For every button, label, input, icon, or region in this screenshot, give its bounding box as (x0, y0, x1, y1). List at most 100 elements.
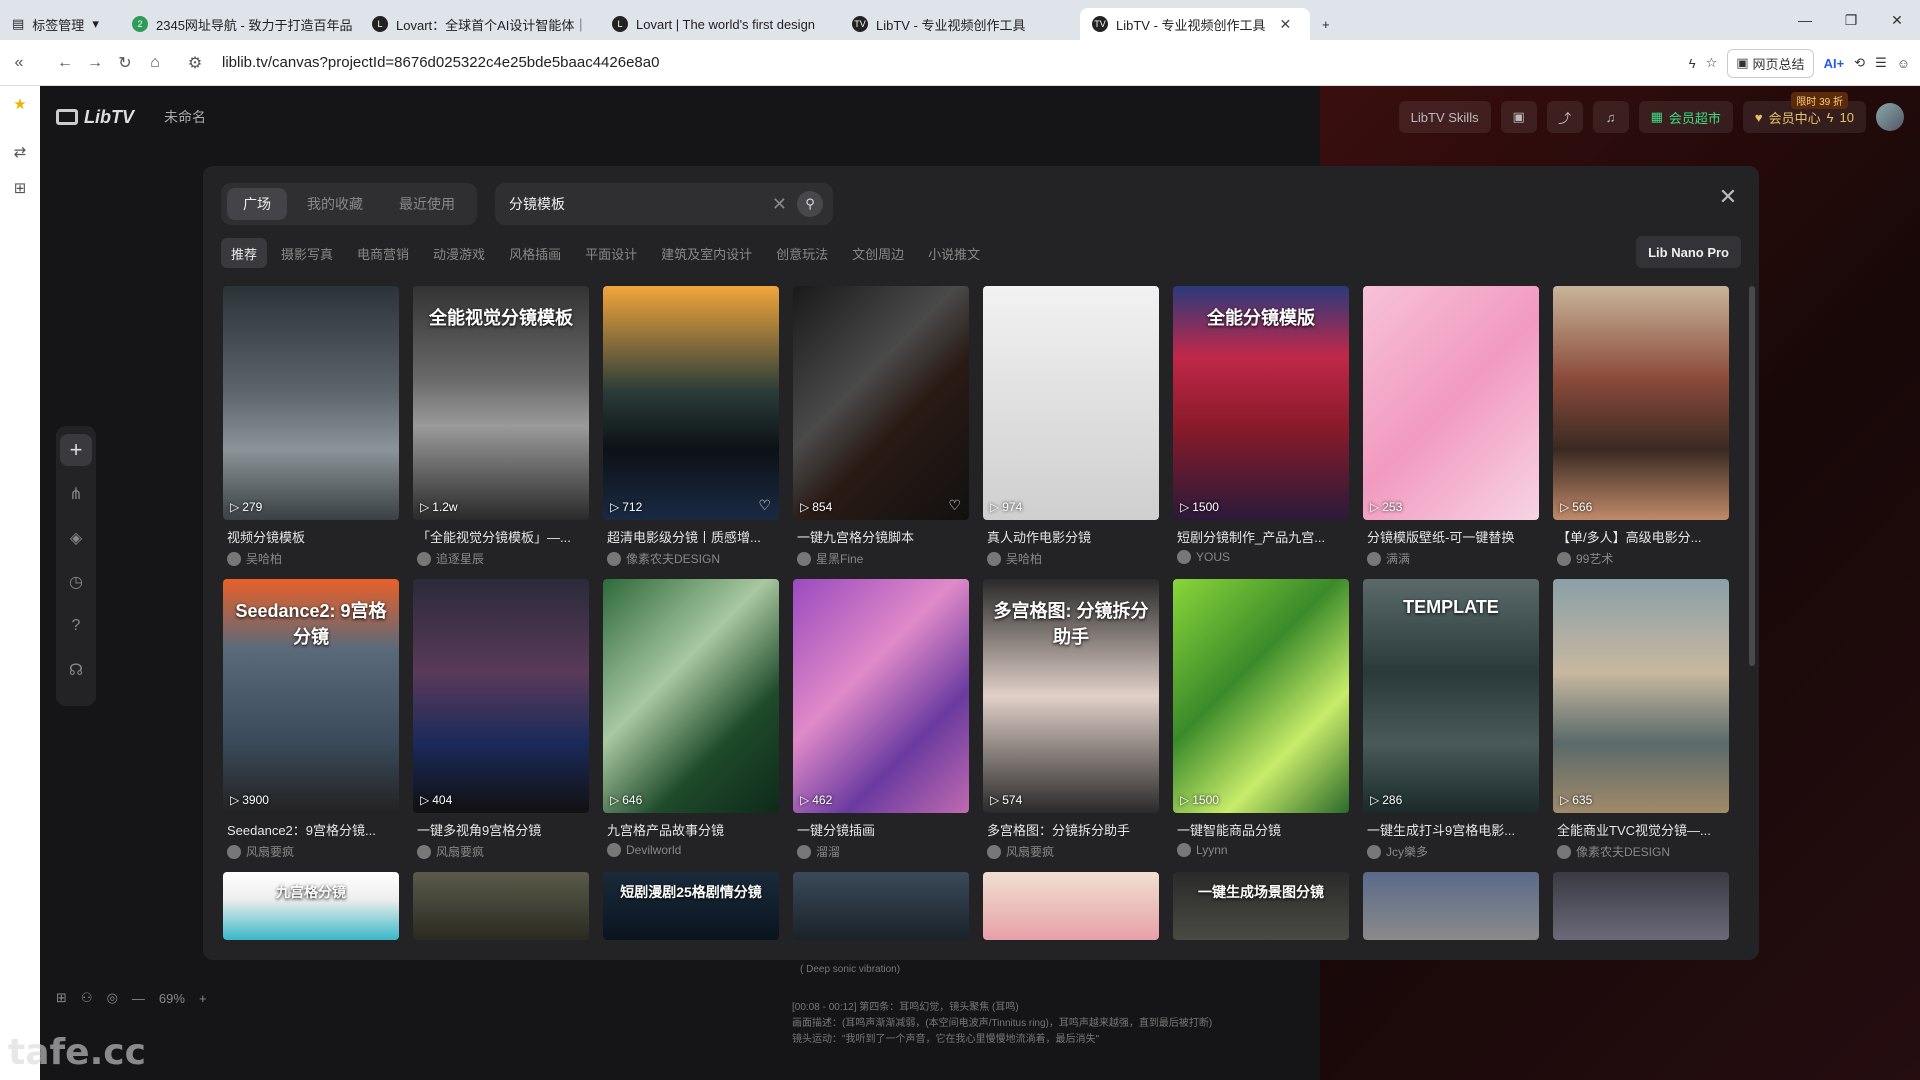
template-title[interactable]: 全能商业TVC视觉分镜—... (1553, 820, 1729, 839)
template-title[interactable]: 分镜模版壁纸-可一键替换 (1363, 527, 1539, 546)
zoom-level[interactable]: 69% (159, 991, 185, 1006)
new-tab-button[interactable]: + (1310, 8, 1350, 40)
template-author[interactable]: 满满 (1363, 550, 1539, 567)
template-thumbnail[interactable] (793, 872, 969, 940)
libtv-logo[interactable]: LibTV (56, 107, 134, 128)
add-node-button[interactable]: + (60, 434, 92, 466)
save-icon[interactable]: ▣ (1500, 101, 1537, 133)
ai-plus-button[interactable]: AI+ (1824, 56, 1845, 71)
template-author[interactable]: 溜溜 (793, 843, 969, 860)
template-title[interactable]: 短剧分镜制作_产品九宫... (1173, 527, 1349, 546)
tab-favorites[interactable]: 我的收藏 (291, 188, 379, 220)
template-thumbnail[interactable]: ▷ 635 (1553, 579, 1729, 813)
template-card[interactable]: Seedance2: 9宫格分镜 ▷ 3900 Seedance2：9宫格分镜... 风… (223, 579, 399, 860)
avatar[interactable] (1876, 103, 1904, 131)
template-thumbnail[interactable]: ▷ 712 ♡ (603, 286, 779, 520)
reload-button[interactable]: ↻ (110, 48, 140, 78)
template-thumbnail[interactable] (413, 872, 589, 940)
bell-icon[interactable]: ♫ (1592, 101, 1629, 133)
template-card[interactable]: 全能分镜模版 ▷ 1500 短剧分镜制作_产品九宫... YOUS (1173, 286, 1349, 567)
close-tab-icon[interactable]: ✕ (1280, 16, 1292, 33)
template-author[interactable]: 星黑Fine (793, 550, 969, 567)
template-card[interactable] (1553, 872, 1729, 940)
template-card[interactable]: ▷ 1500 一键智能商品分镜 Lyynn (1173, 579, 1349, 860)
template-thumbnail[interactable] (983, 872, 1159, 940)
person-icon[interactable]: ⚇ (81, 990, 93, 1006)
locate-icon[interactable]: ◎ (107, 990, 118, 1006)
scrollbar[interactable] (1749, 286, 1755, 946)
template-thumbnail[interactable] (1363, 872, 1539, 940)
template-author[interactable]: Jcy樂多 (1363, 843, 1539, 860)
scrollbar-thumb[interactable] (1749, 286, 1755, 666)
search-icon[interactable]: ⚲ (797, 191, 823, 217)
category-graphic-design[interactable]: 平面设计 (575, 238, 647, 268)
share-icon[interactable]: ⤴ (1546, 101, 1583, 133)
zoom-in-button[interactable]: + (199, 991, 207, 1006)
template-author[interactable]: YOUS (1173, 550, 1349, 564)
favorite-heart-icon[interactable]: ♡ (758, 497, 771, 514)
template-title[interactable]: 一键分镜插画 (793, 820, 969, 839)
model-selector[interactable]: Lib Nano Pro (1636, 236, 1741, 268)
template-card[interactable]: ▷ 462 一键分镜插画 溜溜 (793, 579, 969, 860)
template-card[interactable] (793, 872, 969, 940)
minimize-button[interactable]: — (1782, 0, 1828, 40)
template-thumbnail[interactable]: 全能分镜模版 ▷ 1500 (1173, 286, 1349, 520)
category-anime-games[interactable]: 动漫游戏 (423, 238, 495, 268)
template-thumbnail[interactable]: ▷ 974 (983, 286, 1159, 520)
template-thumbnail[interactable]: ▷ 279 (223, 286, 399, 520)
search-input[interactable] (509, 196, 772, 212)
category-illustration[interactable]: 风格插画 (499, 238, 571, 268)
template-card[interactable]: ▷ 854 ♡ 一键九宫格分镜脚本 星黑Fine (793, 286, 969, 567)
close-window-button[interactable]: ✕ (1874, 0, 1920, 40)
template-title[interactable]: 「全能视觉分镜模板」—... (413, 527, 589, 546)
template-thumbnail[interactable]: 一键生成场景图分镜 (1173, 872, 1349, 940)
category-recommended[interactable]: 推荐 (221, 238, 268, 268)
template-title[interactable]: 一键智能商品分镜 (1173, 820, 1349, 839)
template-thumbnail[interactable]: ▷ 404 (413, 579, 589, 813)
template-author[interactable]: 吴哈柏 (223, 550, 399, 567)
grid-icon[interactable]: ⊞ (56, 990, 67, 1006)
template-card[interactable] (983, 872, 1159, 940)
category-merch[interactable]: 文创周边 (842, 238, 914, 268)
favorite-heart-icon[interactable]: ♡ (948, 497, 961, 514)
tab-group-manager[interactable]: ▤ 标签管理 ▾ (0, 8, 120, 40)
web-summary-button[interactable]: ▣ 网页总结 (1727, 48, 1814, 78)
support-icon[interactable]: ☊ (60, 654, 92, 686)
template-card[interactable]: ▷ 646 九宫格产品故事分镜 Devilworld (603, 579, 779, 860)
template-title[interactable]: 视频分镜模板 (223, 527, 399, 546)
template-author[interactable]: 追逐星辰 (413, 550, 589, 567)
category-creative[interactable]: 创意玩法 (766, 238, 838, 268)
template-thumbnail[interactable]: TEMPLATE ▷ 286 (1363, 579, 1539, 813)
template-card[interactable]: ▷ 279 视频分镜模板 吴哈柏 (223, 286, 399, 567)
project-name[interactable]: 未命名 (164, 107, 206, 127)
template-author[interactable]: 风扇要疯 (983, 843, 1159, 860)
template-author[interactable]: 99艺术 (1553, 550, 1729, 567)
template-thumbnail[interactable]: Seedance2: 9宫格分镜 ▷ 3900 (223, 579, 399, 813)
template-title[interactable]: 真人动作电影分镜 (983, 527, 1159, 546)
category-novel[interactable]: 小说推文 (918, 238, 990, 268)
template-card[interactable]: 全能视觉分镜模板 ▷ 1.2w 「全能视觉分镜模板」—... 追逐星辰 (413, 286, 589, 567)
template-author[interactable]: 风扇要疯 (413, 843, 589, 860)
swap-icon[interactable]: ⇄ (0, 134, 40, 170)
template-author[interactable]: Devilworld (603, 843, 779, 857)
template-author[interactable]: 像素农夫DESIGN (1553, 843, 1729, 860)
close-modal-button[interactable]: ✕ (1713, 182, 1743, 212)
browser-tab-libtv[interactable]: TV LibTV - 专业视频创作工具 (840, 8, 1080, 40)
template-thumbnail[interactable]: 短剧漫剧25格剧情分镜 (603, 872, 779, 940)
template-card[interactable]: ▷ 566 【单/多人】高级电影分... 99艺术 (1553, 286, 1729, 567)
back-button[interactable]: ← (50, 48, 80, 78)
template-card[interactable]: 多宫格图: 分镜拆分助手 ▷ 574 多宫格图：分镜拆分助手 风扇要疯 (983, 579, 1159, 860)
template-thumbnail[interactable]: ▷ 646 (603, 579, 779, 813)
template-card[interactable] (413, 872, 589, 940)
vip-store-button[interactable]: ▦ 会员超市 (1638, 101, 1733, 133)
home-button[interactable]: ⌂ (140, 48, 170, 78)
restore-button[interactable]: ❐ (1828, 0, 1874, 40)
tab-recent[interactable]: 最近使用 (383, 188, 471, 220)
favorites-star-icon[interactable]: ★ (0, 86, 40, 122)
sidebar-toggle-icon[interactable]: « (4, 48, 34, 78)
template-card[interactable]: ▷ 974 真人动作电影分镜 吴哈柏 (983, 286, 1159, 567)
nodes-icon[interactable]: ⋔ (60, 478, 92, 510)
history-icon[interactable]: ◷ (60, 566, 92, 598)
template-title[interactable]: 多宫格图：分镜拆分助手 (983, 820, 1159, 839)
browser-tab-libtv-active[interactable]: TV LibTV - 专业视频创作工具 ✕ (1080, 8, 1310, 40)
